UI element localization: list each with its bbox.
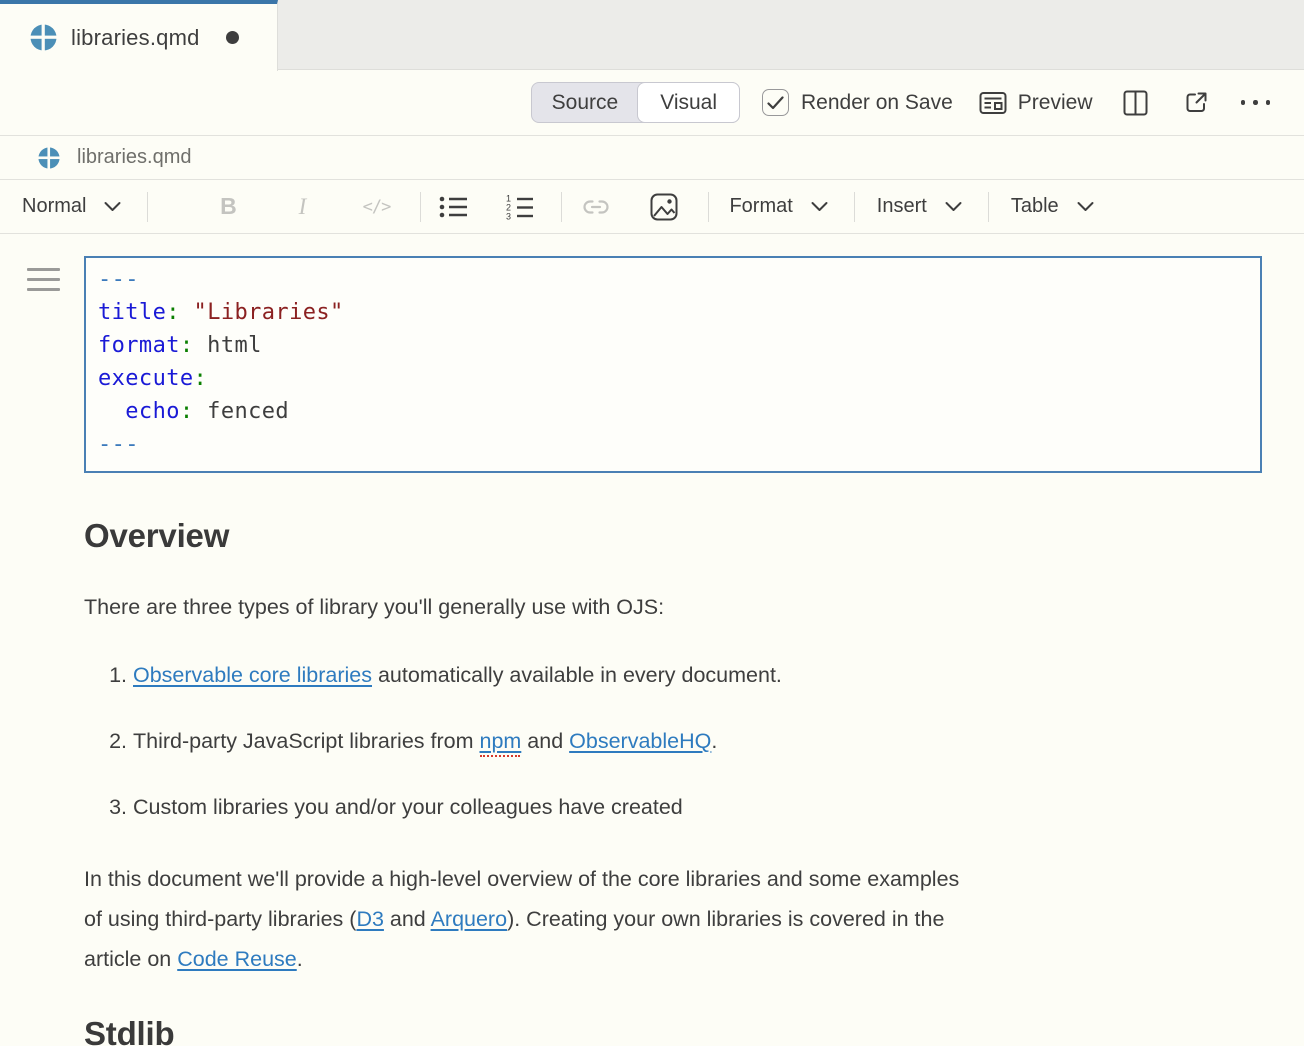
chevron-down-icon — [945, 201, 962, 212]
preview-button[interactable]: Preview — [979, 91, 1093, 115]
toolbar-separator — [988, 192, 989, 222]
chevron-down-icon — [104, 201, 121, 212]
yaml-code: ---title: "Libraries"format: htmlexecute… — [98, 263, 1248, 461]
numbered-list-button[interactable]: 1 2 3 — [497, 193, 541, 221]
list-item: 1.Observable core libraries automaticall… — [84, 655, 1262, 695]
toolbar-separator — [147, 192, 148, 222]
toolbar-separator — [708, 192, 709, 222]
visual-mode-button[interactable]: Visual — [637, 82, 740, 123]
format-menu-label: Format — [729, 195, 792, 218]
breadcrumb: libraries.qmd — [0, 136, 1304, 180]
preview-icon — [979, 91, 1007, 115]
link-button[interactable] — [574, 198, 618, 216]
paragraph-style-label: Normal — [22, 195, 86, 218]
link-npm[interactable]: npm — [479, 729, 521, 753]
toolbar-separator — [561, 192, 562, 222]
tab-bar: libraries.qmd — [0, 0, 1304, 70]
link-arquero[interactable]: Arquero — [431, 907, 508, 931]
tab-libraries-qmd[interactable]: libraries.qmd — [0, 0, 278, 71]
yaml-line: echo: fenced — [98, 395, 1248, 428]
list-item-text: Third-party JavaScript libraries from np… — [133, 721, 717, 761]
modified-indicator — [226, 31, 239, 44]
format-menu[interactable]: Format — [729, 195, 827, 218]
preview-label: Preview — [1018, 91, 1093, 115]
yaml-line: execute: — [98, 362, 1248, 395]
link-icon — [581, 198, 611, 216]
link-observablehq[interactable]: ObservableHQ — [569, 729, 711, 753]
svg-text:3: 3 — [506, 211, 511, 221]
list-item-text: Custom libraries you and/or your colleag… — [133, 787, 683, 827]
heading-stdlib: Stdlib — [84, 1015, 1262, 1046]
link-observable-core-libraries[interactable]: Observable core libraries — [133, 663, 372, 687]
yaml-front-matter-block[interactable]: ---title: "Libraries"format: htmlexecute… — [84, 256, 1262, 473]
split-editor-button[interactable] — [1123, 90, 1148, 116]
table-menu-label: Table — [1011, 195, 1059, 218]
bold-button[interactable]: B — [206, 193, 250, 220]
breadcrumb-filename[interactable]: libraries.qmd — [77, 146, 191, 169]
list-item-text: Observable core libraries automatically … — [133, 655, 782, 695]
quarto-icon — [38, 147, 60, 169]
editor-content[interactable]: ---title: "Libraries"format: htmlexecute… — [0, 234, 1304, 1046]
list-item: 2.Third-party JavaScript libraries from … — [84, 721, 1262, 761]
editor-toolbar: Source Visual Render on Save Preview — [0, 70, 1304, 136]
list-number: 3. — [84, 787, 133, 827]
bullet-list-button[interactable] — [431, 194, 475, 220]
format-toolbar: Normal B I </> 1 2 3 — [0, 180, 1304, 234]
drag-handle-icon[interactable] — [27, 268, 60, 291]
yaml-line: --- — [98, 428, 1248, 461]
chevron-down-icon — [1077, 201, 1094, 212]
paragraph-style-select[interactable]: Normal — [22, 195, 121, 218]
doc-list: 1.Observable core libraries automaticall… — [84, 655, 1262, 827]
italic-icon: I — [299, 194, 307, 220]
toolbar-separator — [420, 192, 421, 222]
bold-icon: B — [220, 193, 237, 220]
toolbar-separator — [854, 192, 855, 222]
split-editor-icon — [1123, 90, 1148, 116]
link-d3[interactable]: D3 — [356, 907, 383, 931]
yaml-line: title: "Libraries" — [98, 296, 1248, 329]
numbered-list-icon: 1 2 3 — [504, 193, 535, 221]
tab-title: libraries.qmd — [71, 25, 200, 51]
mode-toggle: Source Visual — [531, 82, 740, 123]
insert-menu[interactable]: Insert — [877, 195, 962, 218]
checkmark-icon — [767, 96, 784, 110]
intro-paragraph: There are three types of library you'll … — [84, 587, 1262, 627]
closing-paragraph: In this document we'll provide a high-le… — [84, 859, 1262, 979]
list-item: 3.Custom libraries you and/or your colle… — [84, 787, 1262, 827]
heading-overview: Overview — [84, 517, 1262, 555]
open-external-icon — [1184, 90, 1209, 115]
code-icon: </> — [363, 197, 391, 217]
image-icon — [650, 193, 678, 221]
link-code-reuse[interactable]: Code Reuse — [177, 947, 297, 971]
image-button[interactable] — [642, 193, 686, 221]
yaml-line: format: html — [98, 329, 1248, 362]
bullet-list-icon — [438, 194, 469, 220]
table-menu[interactable]: Table — [1011, 195, 1094, 218]
quarto-icon — [30, 24, 57, 51]
yaml-line: --- — [98, 263, 1248, 296]
more-options-icon[interactable] — [1241, 100, 1271, 105]
render-on-save-checkbox[interactable] — [762, 89, 789, 116]
render-on-save-label: Render on Save — [801, 91, 953, 115]
list-number: 2. — [84, 721, 133, 761]
chevron-down-icon — [811, 201, 828, 212]
source-mode-button[interactable]: Source — [532, 83, 639, 122]
open-external-button[interactable] — [1184, 90, 1209, 115]
insert-menu-label: Insert — [877, 195, 927, 218]
inline-code-button[interactable]: </> — [354, 197, 398, 217]
italic-button[interactable]: I — [280, 194, 324, 220]
list-number: 1. — [84, 655, 133, 695]
